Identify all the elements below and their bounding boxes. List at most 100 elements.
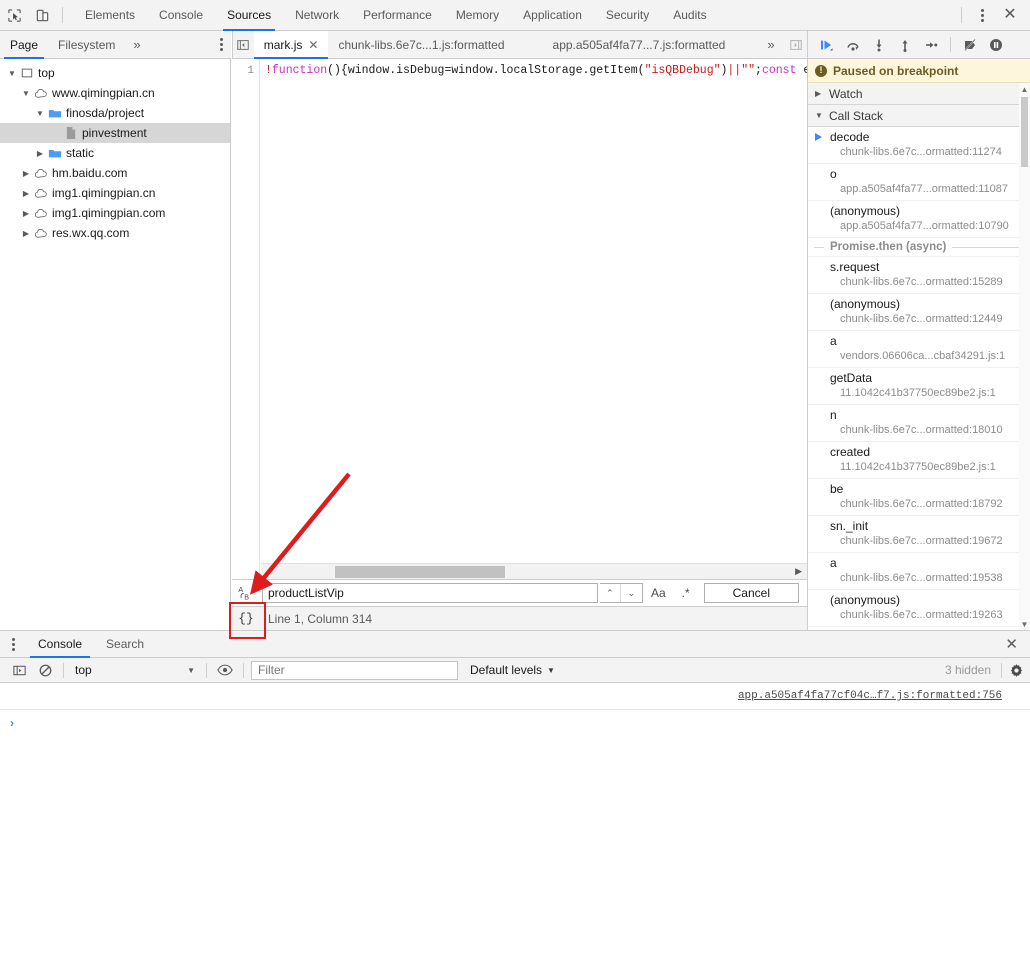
- pretty-print-button[interactable]: {}: [232, 607, 260, 630]
- nav-tab-page[interactable]: Page: [0, 31, 48, 59]
- tree-item-hm-baidu-com[interactable]: ▶ hm.baidu.com: [0, 163, 230, 183]
- search-next-button[interactable]: ⌄: [621, 584, 642, 602]
- tab-performance[interactable]: Performance: [351, 0, 444, 31]
- tree-item-pinvestment[interactable]: pinvestment: [0, 123, 230, 143]
- navigator-menu-icon[interactable]: [220, 38, 231, 51]
- tab-memory[interactable]: Memory: [444, 0, 511, 31]
- chevron-right-icon[interactable]: ▶: [34, 149, 46, 158]
- pause-on-exceptions-icon[interactable]: [985, 33, 1007, 57]
- tree-item-img1-qimingpian-cn[interactable]: ▶ img1.qimingpian.cn: [0, 183, 230, 203]
- call-stack-frame[interactable]: s.request chunk-libs.6e7c...ormatted:152…: [808, 257, 1030, 294]
- tree-item-res-wx-qq-com[interactable]: ▶ res.wx.qq.com: [0, 223, 230, 243]
- console-message-area[interactable]: app.a505af4fa77cf04c…f7.js:formatted:756…: [0, 683, 1030, 975]
- call-stack-frame[interactable]: getData 11.1042c41b37750ec89be2.js:1: [808, 368, 1030, 405]
- collapse-navigator-icon[interactable]: [233, 31, 254, 59]
- live-expression-icon[interactable]: [212, 658, 238, 682]
- call-stack-frame[interactable]: (anonymous) chunk-libs.6e7c...ormatted:1…: [808, 590, 1030, 627]
- close-icon[interactable]: ✕: [308, 38, 318, 52]
- step-over-icon[interactable]: [842, 33, 864, 57]
- call-stack-frame[interactable]: decode chunk-libs.6e7c...ormatted:11274: [808, 127, 1030, 164]
- step-into-icon[interactable]: [868, 33, 890, 57]
- drawer-tab-console[interactable]: Console: [26, 631, 94, 658]
- call-stack-frame[interactable]: created 11.1042c41b37750ec89be2.js:1: [808, 442, 1030, 479]
- scroll-up-icon[interactable]: ▲: [1019, 83, 1030, 95]
- scroll-right-icon[interactable]: ▶: [795, 566, 807, 577]
- tree-item-img1-qimingpian-com[interactable]: ▶ img1.qimingpian.com: [0, 203, 230, 223]
- chevron-right-icon[interactable]: ▶: [20, 229, 32, 238]
- editor-code-content[interactable]: !function(){window.isDebug=window.localS…: [261, 59, 807, 630]
- resume-script-icon[interactable]: [816, 33, 838, 57]
- editor-tab-app[interactable]: app.a505af4fa77...7.js:formatted: [543, 31, 736, 59]
- console-prompt[interactable]: ›: [0, 710, 1030, 730]
- drawer-menu-icon[interactable]: [0, 637, 26, 651]
- code-token-6: ;: [755, 64, 762, 77]
- main-menu-icon[interactable]: [968, 1, 996, 29]
- editor-status-bar: {} Line 1, Column 314: [232, 606, 807, 630]
- chevron-right-icon[interactable]: ▶: [20, 169, 32, 178]
- call-stack-frame[interactable]: o app.a505af4fa77...ormatted:11087: [808, 164, 1030, 201]
- tab-audits[interactable]: Audits: [661, 0, 718, 31]
- editor-more-tabs-icon[interactable]: »: [757, 37, 784, 52]
- clear-console-icon[interactable]: [32, 658, 58, 682]
- tree-item-top[interactable]: ▼ top: [0, 63, 230, 83]
- regex-button[interactable]: .*: [674, 583, 698, 603]
- scrollbar-thumb[interactable]: [1021, 97, 1028, 167]
- console-source-link[interactable]: app.a505af4fa77cf04c…f7.js:formatted:756: [738, 690, 1002, 702]
- inspect-element-icon[interactable]: [0, 1, 28, 29]
- chevron-down-icon[interactable]: ▼: [6, 69, 18, 78]
- search-replace-toggle-icon[interactable]: A B: [232, 580, 260, 606]
- nav-tab-filesystem[interactable]: Filesystem: [48, 31, 125, 59]
- editor-horizontal-scrollbar[interactable]: ▶: [261, 563, 807, 579]
- console-levels-selector[interactable]: Default levels ▼: [458, 663, 555, 677]
- call-stack-frame[interactable]: (anonymous) chunk-libs.6e7c...ormatted:1…: [808, 294, 1030, 331]
- tab-elements[interactable]: Elements: [73, 0, 147, 31]
- scrollbar-thumb[interactable]: [335, 565, 505, 578]
- tree-item-www-qimingpian-cn[interactable]: ▼ www.qimingpian.cn: [0, 83, 230, 103]
- tree-item-static[interactable]: ▶ static: [0, 143, 230, 163]
- show-navigator-icon[interactable]: [785, 31, 807, 59]
- chevron-down-icon[interactable]: ▼: [20, 89, 32, 98]
- call-stack-frame[interactable]: a chunk-libs.6e7c...ormatted:19538: [808, 553, 1030, 590]
- chevron-right-icon[interactable]: ▶: [20, 189, 32, 198]
- nav-more-tabs-icon[interactable]: »: [125, 37, 148, 52]
- editor-tab-markjs[interactable]: mark.js ✕: [253, 30, 329, 59]
- editor-tab-chunk-libs[interactable]: chunk-libs.6e7c...1.js:formatted: [328, 31, 514, 59]
- scroll-down-icon[interactable]: ▼: [1019, 618, 1030, 630]
- tab-application[interactable]: Application: [511, 0, 594, 31]
- call-stack-section-header[interactable]: ▼ Call Stack: [808, 105, 1030, 127]
- tree-item-finosda-project[interactable]: ▼ finosda/project: [0, 103, 230, 123]
- step-out-icon[interactable]: [894, 33, 916, 57]
- chevron-right-icon[interactable]: ▶: [815, 89, 824, 98]
- chevron-down-icon[interactable]: ▼: [34, 109, 46, 118]
- drawer-tab-search[interactable]: Search: [94, 631, 156, 658]
- call-stack-frame[interactable]: sn._init chunk-libs.6e7c...ormatted:1967…: [808, 516, 1030, 553]
- tab-console[interactable]: Console: [147, 0, 215, 31]
- search-prev-button[interactable]: ⌃: [600, 584, 621, 602]
- close-drawer-icon[interactable]: ✕: [1005, 635, 1030, 653]
- call-stack-frame[interactable]: (anonymous) app.a505af4fa77...ormatted:1…: [808, 201, 1030, 238]
- step-icon[interactable]: [920, 33, 942, 57]
- cloud-icon: [32, 208, 49, 219]
- watch-section-header[interactable]: ▶ Watch: [808, 83, 1030, 105]
- search-input[interactable]: [262, 583, 598, 603]
- deactivate-breakpoints-icon[interactable]: [959, 33, 981, 57]
- navigator-file-tree[interactable]: ▼ top ▼ www.qimingpian.cn ▼ finosda/proj…: [0, 59, 231, 630]
- call-stack-frame[interactable]: n chunk-libs.6e7c...ormatted:18010: [808, 405, 1030, 442]
- tab-sources[interactable]: Sources: [215, 0, 283, 31]
- code-editor[interactable]: 1 !function(){window.isDebug=window.loca…: [232, 59, 807, 630]
- console-settings-icon[interactable]: [1002, 663, 1030, 678]
- cancel-button[interactable]: Cancel: [703, 583, 799, 603]
- match-case-button[interactable]: Aa: [643, 583, 674, 603]
- call-stack-frame[interactable]: a vendors.06606ca...cbaf34291.js:1: [808, 331, 1030, 368]
- console-sidebar-icon[interactable]: [6, 658, 32, 682]
- debugger-scrollbar[interactable]: ▲ ▼: [1019, 83, 1030, 630]
- chevron-right-icon[interactable]: ▶: [20, 209, 32, 218]
- tab-network[interactable]: Network: [283, 0, 351, 31]
- close-devtools-icon[interactable]: ✕: [996, 1, 1024, 29]
- tab-security[interactable]: Security: [594, 0, 661, 31]
- call-stack-frame[interactable]: be chunk-libs.6e7c...ormatted:18792: [808, 479, 1030, 516]
- device-toolbar-icon[interactable]: [28, 1, 56, 29]
- chevron-down-icon[interactable]: ▼: [815, 111, 824, 120]
- console-filter-input[interactable]: [251, 660, 458, 680]
- console-context-selector[interactable]: top ▼: [69, 660, 201, 680]
